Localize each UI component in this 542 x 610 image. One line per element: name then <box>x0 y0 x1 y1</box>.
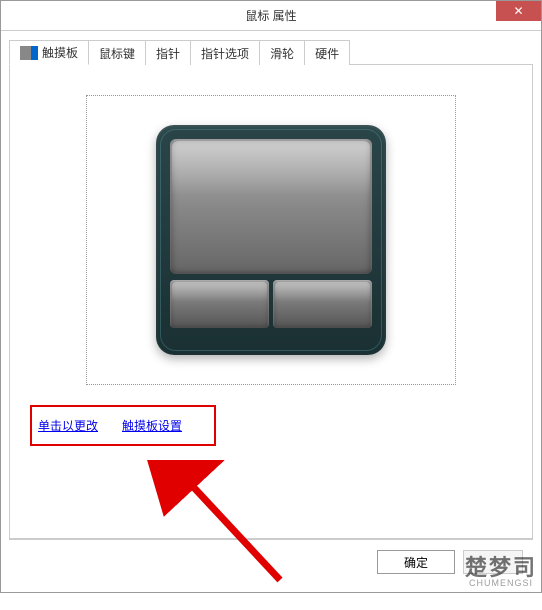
tab-wheel[interactable]: 滑轮 <box>259 40 305 65</box>
tab-label: 滑轮 <box>270 45 294 62</box>
touchpad-left-button <box>170 280 269 328</box>
mouse-properties-window: 鼠标 属性 ✕ 触摸板 鼠标键 指针 指针选项 滑轮 硬件 <box>0 0 542 593</box>
link-gap: xx <box>98 419 122 433</box>
close-button[interactable]: ✕ <box>496 1 541 21</box>
tab-label: 触摸板 <box>42 44 78 61</box>
dialog-buttons: 确定 <box>9 539 533 584</box>
touchpad-surface <box>170 139 372 274</box>
tab-pointer-options[interactable]: 指针选项 <box>190 40 260 65</box>
device-image-frame <box>86 95 456 385</box>
tab-panel-touchpad: 单击以更改xx触摸板设置 <box>9 65 533 539</box>
link-text-part2: 触摸板设置 <box>122 419 182 433</box>
tab-touchpad[interactable]: 触摸板 <box>9 40 89 65</box>
annotation-arrow <box>140 460 320 610</box>
tab-label: 硬件 <box>315 45 339 62</box>
touchpad-tab-icon <box>20 46 38 60</box>
tab-label: 鼠标键 <box>99 45 135 62</box>
link-text-part1: 单击以更改 <box>38 419 98 433</box>
settings-link-highlight: 单击以更改xx触摸板设置 <box>30 405 216 446</box>
titlebar: 鼠标 属性 ✕ <box>1 1 541 31</box>
tab-pointer[interactable]: 指针 <box>145 40 191 65</box>
touchpad-settings-link[interactable]: 单击以更改xx触摸板设置 <box>38 419 182 433</box>
tab-label: 指针选项 <box>201 45 249 62</box>
window-title: 鼠标 属性 <box>1 7 541 24</box>
content-area: 触摸板 鼠标键 指针 指针选项 滑轮 硬件 单击以更改xx触摸板设置 <box>1 31 541 592</box>
close-icon: ✕ <box>513 4 523 18</box>
touchpad-illustration <box>156 125 386 355</box>
touchpad-buttons <box>170 280 372 328</box>
ok-button[interactable]: 确定 <box>377 550 455 574</box>
tab-label: 指针 <box>156 45 180 62</box>
touchpad-right-button <box>273 280 372 328</box>
tab-mousekeys[interactable]: 鼠标键 <box>88 40 146 65</box>
tab-strip: 触摸板 鼠标键 指针 指针选项 滑轮 硬件 <box>9 39 533 65</box>
tab-hardware[interactable]: 硬件 <box>304 40 350 65</box>
secondary-button-partial[interactable] <box>463 550 523 574</box>
